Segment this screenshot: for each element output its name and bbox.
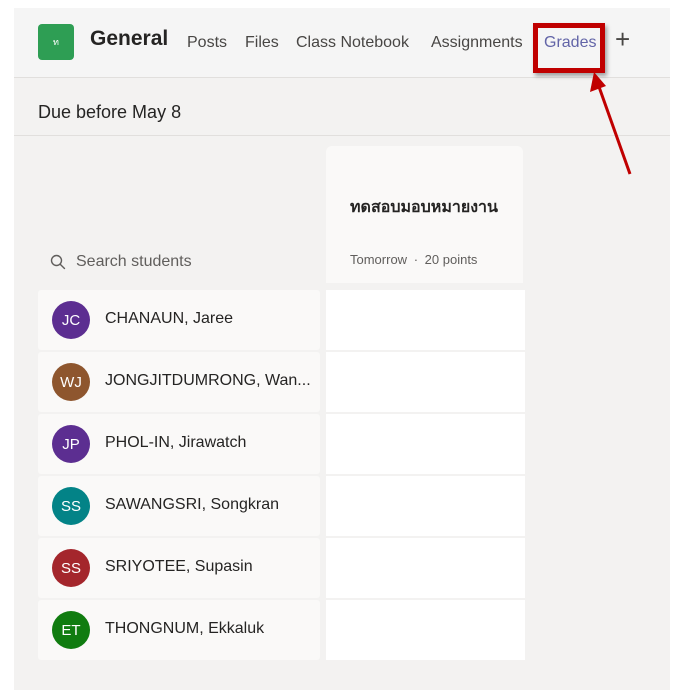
teams-window: ท General Posts Files Class Notebook Ass… <box>14 8 670 690</box>
annotation-arrow <box>590 72 632 175</box>
